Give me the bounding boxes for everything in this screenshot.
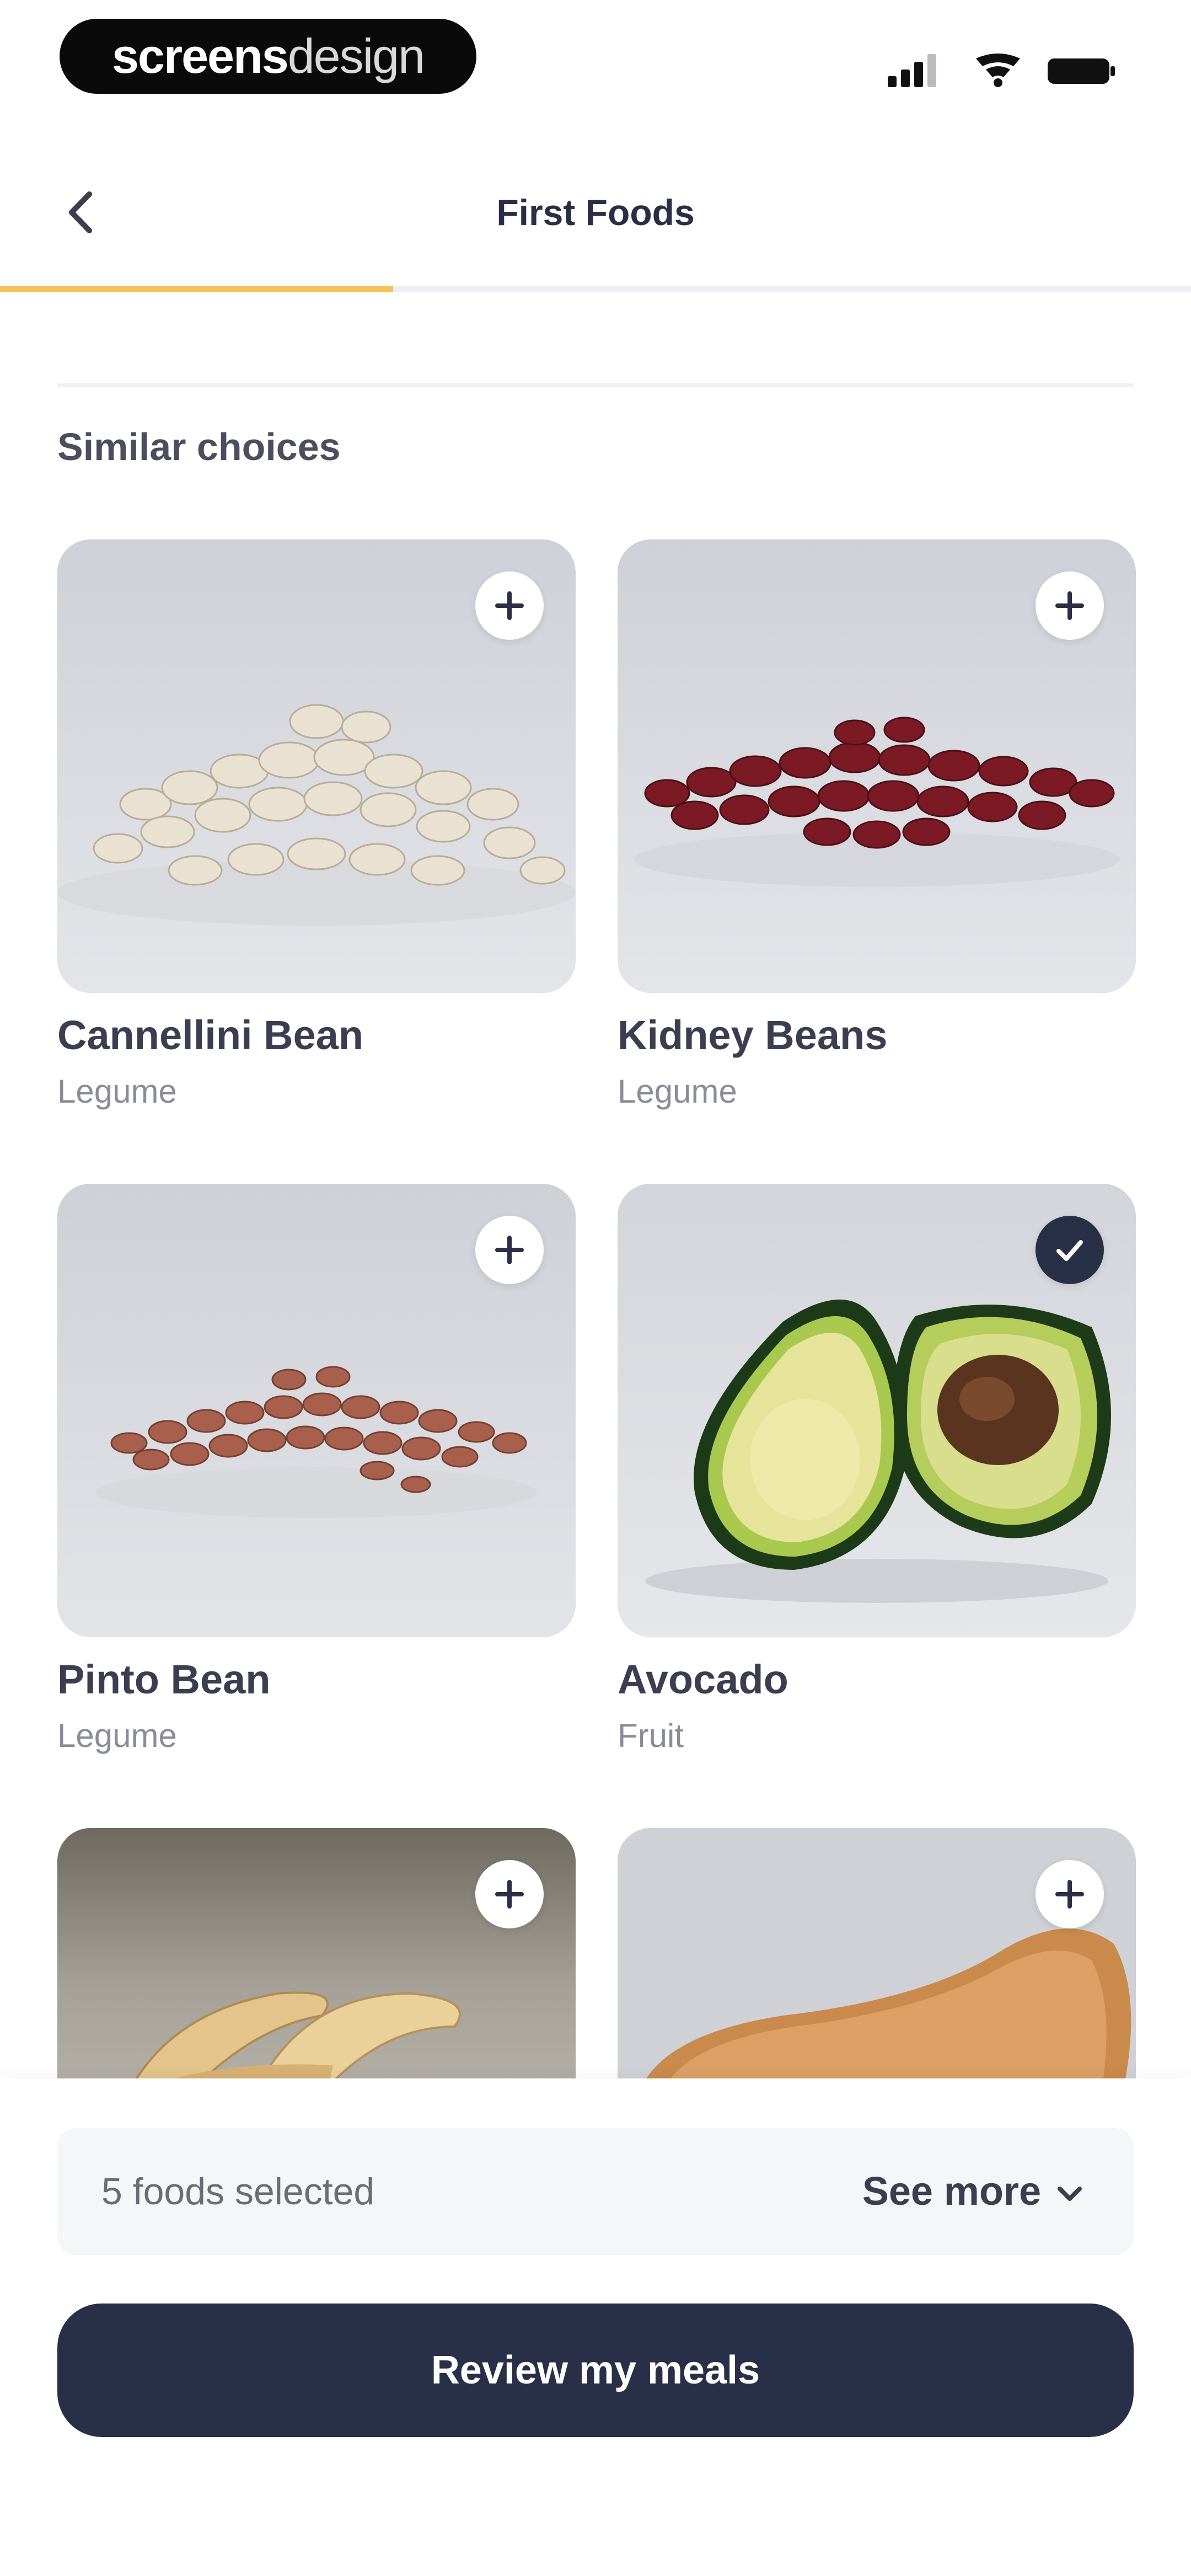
food-name: Pinto Bean — [57, 1656, 271, 1702]
chevron-down-icon — [1058, 2186, 1082, 2201]
food-category: Legume — [57, 1717, 177, 1754]
food-card-cannellini-bean[interactable]: Cannellini Bean Legume — [57, 539, 576, 1110]
check-icon — [1056, 1240, 1083, 1261]
review-meals-button[interactable]: Review my meals — [57, 2304, 1134, 2437]
signal-icon — [888, 54, 936, 87]
plus-icon — [1055, 591, 1084, 620]
progress-bar-fill — [0, 286, 393, 292]
add-button[interactable] — [475, 1216, 544, 1284]
add-button[interactable] — [1036, 571, 1104, 640]
nav-header: First Foods — [0, 138, 1191, 281]
plus-icon — [495, 1236, 524, 1264]
add-button[interactable] — [475, 571, 544, 640]
food-card-pinto-bean[interactable]: Pinto Bean Legume — [57, 1184, 576, 1754]
divider — [57, 383, 1134, 387]
see-more-label: See more — [862, 2169, 1041, 2214]
section-title: Similar choices — [57, 425, 341, 468]
food-card-kidney-beans[interactable]: Kidney Beans Legume — [618, 539, 1136, 1110]
add-button[interactable] — [475, 1860, 544, 1928]
food-name: Avocado — [618, 1656, 788, 1702]
plus-icon — [495, 1880, 524, 1909]
status-icons — [888, 54, 1115, 87]
brand-logo: screensdesign — [60, 19, 476, 94]
see-more-button[interactable]: See more — [862, 2128, 1084, 2255]
brand-logo-bold: screens — [111, 29, 289, 83]
status-bar: screensdesign — [0, 0, 1191, 121]
food-image[interactable] — [618, 539, 1136, 993]
food-category: Legume — [57, 1073, 177, 1110]
brand-logo-light: design — [287, 29, 425, 83]
food-name: Cannellini Bean — [57, 1012, 364, 1058]
food-card-avocado[interactable]: Avocado Fruit — [618, 1184, 1136, 1754]
progress-bar — [0, 286, 1191, 292]
selection-summary[interactable]: 5 foods selected See more — [57, 2128, 1134, 2255]
add-button[interactable] — [1036, 1860, 1104, 1928]
plus-icon — [495, 591, 524, 620]
battery-icon — [1048, 58, 1115, 84]
food-image[interactable] — [618, 1184, 1136, 1637]
food-name: Kidney Beans — [618, 1012, 888, 1058]
selection-footer: 5 foods selected See more Review my meal… — [0, 2078, 1191, 2576]
plus-icon — [1055, 1880, 1084, 1909]
food-category: Fruit — [618, 1717, 684, 1754]
selected-count: 5 foods selected — [101, 2171, 375, 2212]
wifi-icon — [976, 54, 1020, 87]
page-title: First Foods — [496, 192, 695, 233]
selected-check-button[interactable] — [1036, 1216, 1104, 1284]
food-image[interactable] — [57, 539, 576, 993]
food-category: Legume — [618, 1073, 737, 1110]
food-image[interactable] — [57, 1184, 576, 1637]
